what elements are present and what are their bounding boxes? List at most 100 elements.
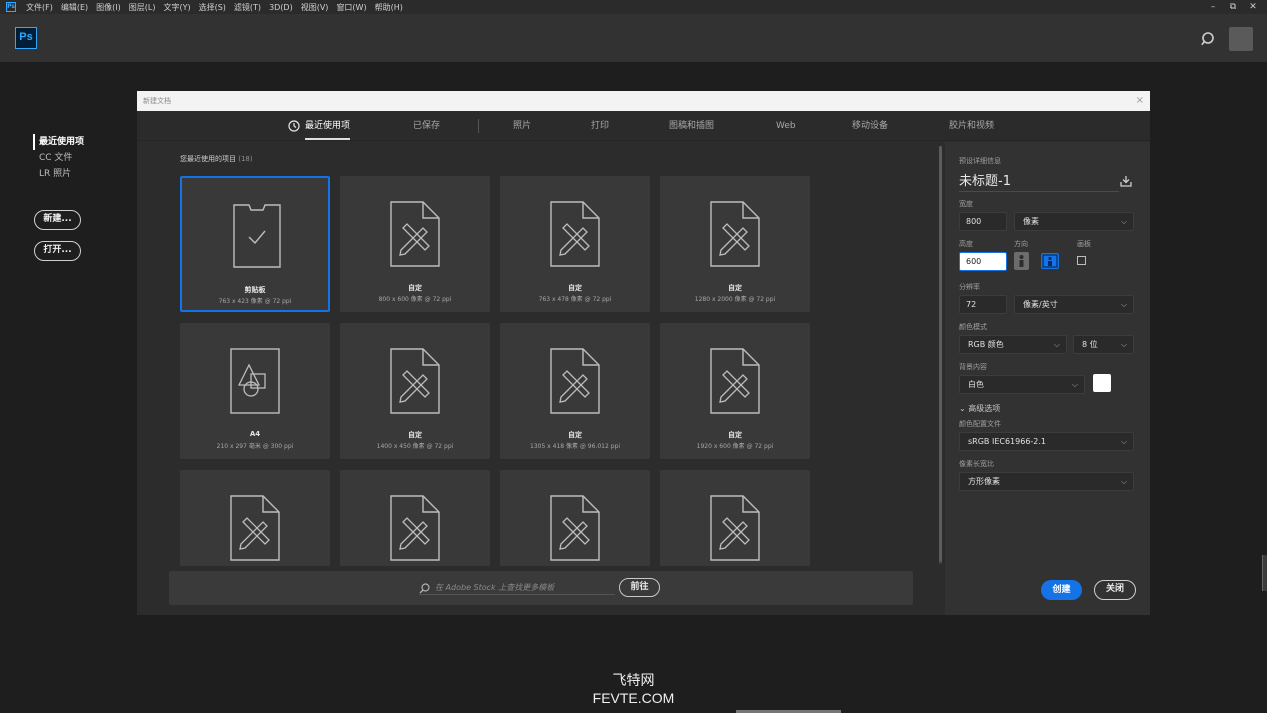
color-profile-select[interactable]: sRGB IEC61966-2.1 ⌵ (959, 432, 1134, 451)
preset-tile-custom[interactable]: 自定 1400 x 450 像素 @ 72 ppi (340, 323, 490, 459)
chevron-down-icon: ⌄ (959, 404, 966, 413)
save-preset-icon[interactable] (1120, 175, 1132, 187)
close-button[interactable]: 关闭 (1094, 580, 1136, 600)
preset-tile-custom[interactable]: 自定 800 x 600 像素 @ 72 ppi (340, 176, 490, 312)
menu-file[interactable]: 文件(F) (22, 2, 57, 13)
preset-tile-custom[interactable]: 自定 1305 x 418 像素 @ 96.012 ppi (500, 323, 650, 459)
menu-bar: Ps 文件(F) 编辑(E) 图像(I) 图层(L) 文字(Y) 选择(S) 滤… (0, 0, 1267, 14)
width-unit-select[interactable]: 像素 ⌵ (1014, 212, 1134, 231)
close-window-button[interactable]: ✕ (1243, 2, 1263, 12)
background-color-swatch[interactable] (1093, 374, 1111, 392)
preset-tile-custom[interactable]: 自定 1280 x 2000 像素 @ 72 ppi (660, 176, 810, 312)
artboard-checkbox[interactable] (1077, 256, 1086, 265)
custom-doc-icon (550, 495, 600, 561)
menu-view[interactable]: 视图(V) (297, 2, 333, 13)
height-input[interactable]: 600 (959, 252, 1007, 271)
window-scrollbar[interactable] (1262, 555, 1267, 591)
menu-3d[interactable]: 3D(D) (265, 3, 297, 12)
advanced-options-toggle[interactable]: ⌄ 高级选项 (959, 403, 1000, 414)
tile-name: 自定 (408, 431, 422, 439)
nav-cc-files[interactable]: CC 文件 (33, 150, 84, 166)
bit-depth-select[interactable]: 8 位 ⌵ (1073, 335, 1134, 354)
width-unit-value: 像素 (1023, 217, 1039, 226)
dialog-titlebar: 新建文档 × (137, 91, 1150, 111)
preset-tile-custom[interactable]: 自定 763 x 478 像素 @ 72 ppi (500, 176, 650, 312)
tile-name: 自定 (568, 431, 582, 439)
background-select[interactable]: 白色 ⌵ (959, 375, 1085, 394)
tile-name: 自定 (408, 284, 422, 292)
grid-scrollbar[interactable] (939, 146, 942, 564)
preset-tile-custom[interactable]: 自定 1920 x 600 像素 @ 72 ppi (660, 323, 810, 459)
window-controls: – ⧉ ✕ (1203, 0, 1263, 14)
photoshop-logo: Ps (15, 27, 37, 49)
minimize-button[interactable]: – (1203, 2, 1223, 12)
tile-name: A4 (249, 430, 261, 438)
shapes-doc-icon (230, 348, 280, 414)
preset-tile-clipboard[interactable]: 剪贴板 763 x 423 像素 @ 72 ppi (180, 176, 330, 312)
stock-search-input[interactable]: 在 Adobe Stock 上查找更多模板 (419, 581, 615, 595)
chevron-down-icon: ⌵ (1120, 437, 1127, 446)
recent-count: (18) (238, 155, 253, 163)
chevron-down-icon: ⌵ (1120, 300, 1127, 309)
tab-print[interactable]: 打印 (591, 111, 609, 141)
artboard-label: 画板 (1077, 240, 1091, 248)
background-label: 背景内容 (959, 363, 987, 371)
custom-doc-icon (230, 495, 280, 561)
resolution-unit-select[interactable]: 像素/英寸 ⌵ (1014, 295, 1134, 314)
nav-recent[interactable]: 最近使用项 (33, 134, 84, 150)
dialog-close-icon[interactable]: × (1136, 91, 1144, 111)
preset-tile-custom[interactable] (180, 470, 330, 566)
tile-name: 自定 (728, 431, 742, 439)
custom-doc-icon (710, 348, 760, 414)
tile-name: 自定 (728, 284, 742, 292)
preset-tile-custom[interactable] (660, 470, 810, 566)
tab-saved[interactable]: 已保存 (413, 111, 440, 141)
landscape-icon (1042, 254, 1058, 268)
menu-filter[interactable]: 滤镜(T) (230, 2, 265, 13)
new-button[interactable]: 新建... (34, 210, 81, 230)
menu-edit[interactable]: 编辑(E) (57, 2, 92, 13)
menu-type[interactable]: 文字(Y) (159, 2, 194, 13)
nav-lr-photos[interactable]: LR 照片 (33, 166, 84, 182)
pixel-aspect-select[interactable]: 方形像素 ⌵ (959, 472, 1134, 491)
tab-mobile[interactable]: 移动设备 (852, 111, 888, 141)
tab-web[interactable]: Web (776, 111, 796, 141)
width-input[interactable]: 800 (959, 212, 1007, 231)
preset-tile-custom[interactable] (340, 470, 490, 566)
start-nav: 最近使用项 CC 文件 LR 照片 (33, 134, 84, 182)
tab-film-video[interactable]: 胶片和视频 (949, 111, 994, 141)
background-value: 白色 (968, 380, 984, 389)
search-icon[interactable] (1201, 31, 1217, 47)
color-profile-value: sRGB IEC61966-2.1 (968, 437, 1047, 446)
menu-image[interactable]: 图像(I) (92, 2, 125, 13)
menu-layer[interactable]: 图层(L) (125, 2, 160, 13)
pixel-aspect-value: 方形像素 (968, 477, 1000, 486)
profile-avatar[interactable] (1229, 27, 1253, 51)
new-document-dialog: 新建文档 × 最近使用项 已保存 照片 打印 图稿和插图 Web 移动设备 胶片… (137, 91, 1150, 615)
color-mode-select[interactable]: RGB 颜色 ⌵ (959, 335, 1067, 354)
advanced-options-label: 高级选项 (968, 404, 1001, 413)
create-button[interactable]: 创建 (1041, 580, 1082, 600)
scrollbar-thumb[interactable] (939, 146, 942, 562)
goto-button[interactable]: 前往 (619, 578, 660, 597)
recent-heading-text: 您最近使用的项目 (180, 155, 236, 163)
menu-window[interactable]: 窗口(W) (332, 2, 370, 13)
tile-info: 210 x 297 毫米 @ 300 ppi (216, 443, 294, 450)
preset-tile-a4[interactable]: A4 210 x 297 毫米 @ 300 ppi (180, 323, 330, 459)
chevron-down-icon: ⌵ (1053, 340, 1060, 349)
preset-tile-custom[interactable] (500, 470, 650, 566)
tab-recent[interactable]: 最近使用项 (305, 111, 351, 141)
tab-art-illustration[interactable]: 图稿和插图 (669, 111, 714, 141)
document-name-input[interactable]: 未标题-1 (959, 170, 1119, 192)
preset-tabs: 最近使用项 已保存 照片 打印 图稿和插图 Web 移动设备 胶片和视频 (137, 111, 1150, 141)
resolution-input[interactable]: 72 (959, 295, 1007, 314)
tab-photo[interactable]: 照片 (513, 111, 531, 141)
menu-help[interactable]: 帮助(H) (371, 2, 407, 13)
custom-doc-icon (390, 348, 440, 414)
menu-select[interactable]: 选择(S) (195, 2, 230, 13)
height-label: 高度 (959, 240, 973, 248)
open-button[interactable]: 打开... (34, 241, 81, 261)
landscape-orientation-button[interactable] (1041, 253, 1059, 269)
portrait-orientation-button[interactable] (1014, 252, 1029, 270)
restore-button[interactable]: ⧉ (1223, 2, 1243, 12)
